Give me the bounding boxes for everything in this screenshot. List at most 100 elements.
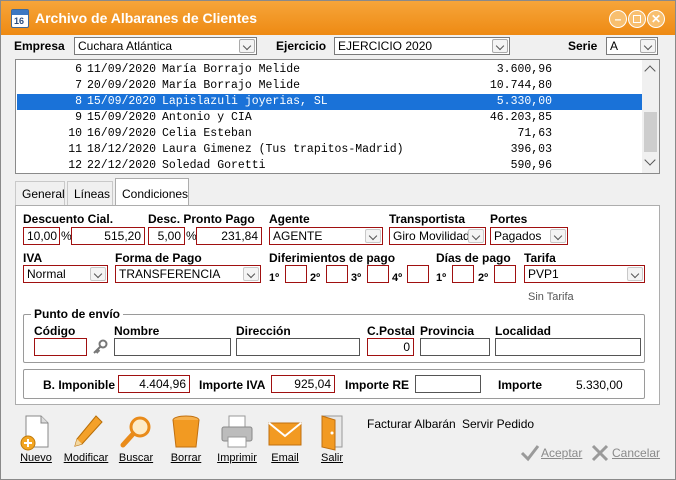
envelope-icon [265,413,305,451]
salir-button[interactable]: Salir [312,413,352,464]
punto-envio-label: Punto de envío [31,307,124,321]
dias-label-2: 2º [478,272,489,284]
trash-icon [166,413,206,451]
dif-field-3[interactable] [367,265,389,283]
list-item[interactable]: 11 18/12/2020 Laura Gimenez (Tus trapitos-… [17,142,642,158]
serie-select[interactable]: A [606,37,658,55]
list-item-client: Soledad Goretti [162,159,266,172]
list-scrollbar[interactable] [642,60,659,173]
title-bar[interactable]: 16 Archivo de Albaranes de Clientes – ✕ [1,1,675,35]
list-item-amount: 396,03 [510,143,552,156]
facturar-albaran-button[interactable]: Facturar Albarán [367,417,456,431]
chevron-down-icon[interactable] [90,267,106,281]
scroll-thumb[interactable] [644,112,657,152]
pronto-pct-field[interactable]: 5,00 [148,227,185,245]
chevron-down-icon[interactable] [365,229,381,243]
calendar-app-icon: 16 [11,9,29,28]
borrar-button[interactable]: Borrar [166,413,206,464]
modificar-label: Modificar [63,452,109,464]
list-item[interactable]: 8 15/09/2020 Lapislazuli joyerias, SL 5.330… [17,94,642,110]
tarifa-select[interactable]: PVP1 [524,265,645,283]
list-item-client: Laura Gimenez (Tus trapitos-Madrid) [162,143,404,156]
dif-label-4: 4º [392,272,403,284]
chevron-down-icon[interactable] [468,229,484,243]
dias-field-2[interactable] [494,265,516,283]
servir-pedido-button[interactable]: Servir Pedido [462,417,534,431]
importe-re-label: Importe RE [345,378,410,392]
nuevo-label: Nuevo [20,452,52,464]
empresa-value: Cuchara Atlántica [78,39,173,53]
nuevo-button[interactable]: Nuevo [16,413,56,464]
imponible-field: 4.404,96 [118,375,190,393]
dias-field-1[interactable] [452,265,474,283]
chevron-down-icon[interactable] [640,39,656,53]
dif-label-2: 2º [310,272,321,284]
importe-label: Importe [498,378,543,392]
albaranes-list[interactable]: 6 11/09/2020 María Borrajo Melide 3.600,96 7… [15,59,660,174]
tarifa-label: Tarifa [524,251,556,265]
list-item[interactable]: 12 22/12/2020 Soledad Goretti 590,96 [17,158,642,174]
agente-select[interactable]: AGENTE [269,227,383,245]
cpostal-field[interactable]: 0 [367,338,414,356]
diferimientos-label: Diferimientos de pago [269,251,396,265]
chevron-down-icon[interactable] [627,267,643,281]
descuento-pct-field[interactable]: 10,00 [23,227,60,245]
list-item-date: 15/09/2020 [87,95,157,108]
pronto-amount-field[interactable]: 231,84 [196,227,262,245]
direccion-label: Dirección [236,324,291,338]
scroll-down-icon[interactable] [644,154,656,166]
modificar-button[interactable]: Modificar [63,413,109,464]
ejercicio-value: EJERCICIO 2020 [338,39,433,53]
descuento-amount-field[interactable]: 515,20 [71,227,145,245]
tarifa-value: PVP1 [528,267,559,281]
minimize-icon[interactable]: – [609,10,627,28]
localidad-field[interactable] [495,338,641,356]
chevron-down-icon[interactable] [243,267,259,281]
scroll-up-icon[interactable] [644,65,656,77]
list-item-number: 12 [68,159,82,172]
direccion-field[interactable] [236,338,360,356]
dias-label-1: 1º [436,272,447,284]
codigo-field[interactable] [34,338,87,356]
tab-general[interactable]: General [15,181,65,205]
provincia-field[interactable] [420,338,490,356]
dif-field-1[interactable] [285,265,307,283]
importe-iva-label: Importe IVA [199,378,266,392]
nombre-field[interactable] [114,338,231,356]
chevron-down-icon[interactable] [239,39,255,53]
serie-value: A [610,39,619,53]
portes-select[interactable]: Pagados [490,227,568,245]
iva-select[interactable]: Normal [23,265,108,283]
list-item[interactable]: 9 15/09/2020 Antonio y CIA 46.203,85 [17,110,642,126]
chevron-down-icon[interactable] [492,39,508,53]
transportista-select[interactable]: Giro Movilidad [389,227,486,245]
cross-icon [591,444,609,462]
chevron-down-icon[interactable] [550,229,566,243]
buscar-button[interactable]: Buscar [116,413,156,464]
imprimir-button[interactable]: Imprimir [215,413,259,464]
list-item[interactable]: 6 11/09/2020 María Borrajo Melide 3.600,96 [17,62,642,78]
list-item-number: 9 [75,111,82,124]
cancelar-button[interactable]: Cancelar [590,443,660,463]
tab-condiciones[interactable]: Condiciones [115,178,189,206]
tab-lineas[interactable]: Líneas [67,181,113,205]
close-icon[interactable]: ✕ [647,10,665,28]
list-item-amount: 10.744,80 [489,79,552,92]
list-item[interactable]: 7 20/09/2020 María Borrajo Melide 10.744,80 [17,78,642,94]
email-button[interactable]: Email [265,413,305,464]
dif-field-4[interactable] [407,265,429,283]
list-item-client: María Borrajo Melide [162,79,301,92]
maximize-icon[interactable] [628,10,646,28]
tarifa-note: Sin Tarifa [528,291,574,303]
buscar-label: Buscar [118,452,154,464]
key-icon[interactable] [91,339,109,355]
aceptar-button[interactable]: Aceptar [520,443,584,463]
empresa-select[interactable]: Cuchara Atlántica [74,37,257,55]
list-item-client: Antonio y CIA [162,111,252,124]
dif-field-2[interactable] [326,265,348,283]
list-item[interactable]: 10 16/09/2020 Celia Esteban 71,63 [17,126,642,142]
nombre-label: Nombre [114,324,160,338]
forma-pago-select[interactable]: TRANSFERENCIA [115,265,261,283]
ejercicio-select[interactable]: EJERCICIO 2020 [334,37,510,55]
importe-value: 5.330,00 [576,378,623,392]
